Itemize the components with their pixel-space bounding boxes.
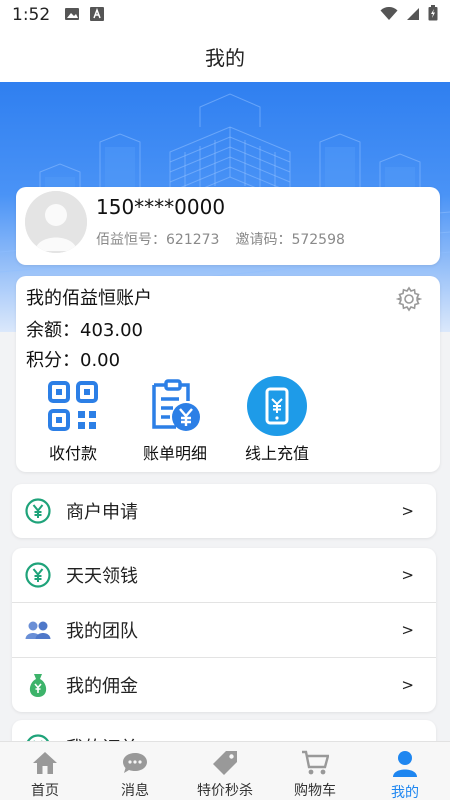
balance-text: 余额：403.00 [26,320,143,341]
tab-flash-sale-label: 特价秒杀 [197,783,253,799]
bottom-tab-bar: 首页 消息 特价秒杀 购物车 我的 [0,741,450,800]
cart-icon [301,750,329,776]
my-commission-item[interactable]: 我的佣金 > [12,658,436,712]
tab-messages-label: 消息 [121,783,149,799]
tab-mine[interactable]: 我的 [360,742,450,800]
message-icon [122,750,148,776]
member-id: 佰益恒号：621273 [96,232,220,248]
my-commission-label: 我的佣金 [66,676,138,697]
qr-code-icon [48,381,98,431]
tab-flash-sale[interactable]: 特价秒杀 [180,742,270,800]
chevron-right-icon: > [401,502,414,520]
home-icon [32,750,58,776]
menu-list-card: 天天领钱 > 我的团队 > 我的佣金 > [12,548,436,712]
team-icon [24,616,52,644]
tab-mine-label: 我的 [391,785,419,800]
daily-money-label: 天天领钱 [66,566,138,587]
chevron-right-icon: > [401,566,414,584]
user-phone: 150****0000 [96,195,226,219]
invite-code: 邀请码：572598 [235,232,345,248]
merchant-apply-item[interactable]: 商户申请 > [12,484,436,538]
status-bar: 1:52 [0,0,450,30]
account-title: 我的佰益恒账户 [26,288,152,309]
account-card: 我的佰益恒账户 余额：403.00 积分：0.00 收付款 账单明细 线上充值 [16,276,440,472]
bill-icon [152,379,200,431]
merchant-apply-label: 商户申请 [66,502,138,523]
cell-signal-icon [406,6,420,25]
chevron-right-icon: > [401,621,414,639]
online-recharge-label: 线上充值 [244,444,309,463]
tag-icon [212,750,238,776]
tab-messages[interactable]: 消息 [90,742,180,800]
image-notification-icon [64,6,80,25]
tab-cart-label: 购物车 [294,783,336,799]
default-avatar-icon [25,191,87,253]
tab-cart[interactable]: 购物车 [270,742,360,800]
avatar[interactable] [25,191,87,253]
bill-details-button[interactable]: 账单明细 [120,376,230,464]
points-text: 积分：0.00 [26,350,121,371]
tab-home[interactable]: 首页 [0,742,90,800]
bill-details-label: 账单明细 [142,444,207,463]
tab-home-label: 首页 [31,783,59,799]
money-bag-icon [24,671,52,699]
settings-gear-icon[interactable] [395,286,423,316]
receive-pay-label: 收付款 [48,444,97,463]
online-recharge-button[interactable]: 线上充值 [222,376,332,464]
person-icon [392,750,418,778]
page-header: 我的 [0,30,450,82]
phone-yuan-icon [247,376,307,436]
my-team-item[interactable]: 我的团队 > [12,603,436,657]
receive-pay-button[interactable]: 收付款 [18,376,128,464]
battery-icon [428,5,438,25]
page-title: 我的 [205,45,245,70]
yuan-circle-icon [24,497,52,525]
wifi-icon [380,6,398,25]
my-team-label: 我的团队 [66,621,138,642]
text-notification-icon [90,6,105,25]
daily-money-item[interactable]: 天天领钱 > [12,548,436,602]
chevron-right-icon: > [401,676,414,694]
profile-card[interactable]: 150****0000 佰益恒号：621273 邀请码：572598 [16,187,440,265]
merchant-card: 商户申请 > [12,484,436,538]
status-time: 1:52 [12,5,51,25]
yuan-circle-icon [24,561,52,589]
